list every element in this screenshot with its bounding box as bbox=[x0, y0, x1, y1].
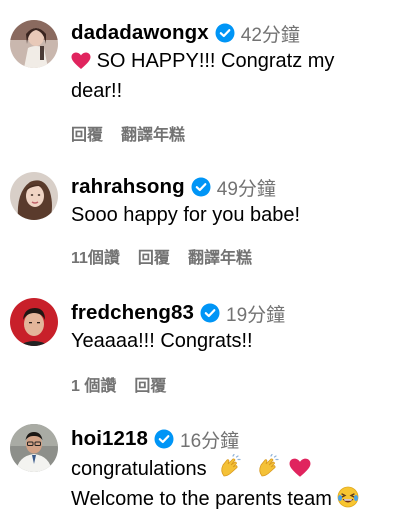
comment-item: hoi1218 16分鐘 congratulations Welcome to … bbox=[0, 412, 410, 510]
verified-badge-icon bbox=[200, 303, 220, 323]
laughing-tears-emoji-icon bbox=[337, 486, 359, 516]
comment-item: fredcheng83 19分鐘 Yeaaaa!!! Congrats!! 1 … bbox=[0, 288, 410, 412]
reply-button[interactable]: 回覆 bbox=[134, 372, 166, 396]
heart-emoji-icon bbox=[71, 51, 91, 78]
comment-text-line: Yeaaaa!!! Congrats!! bbox=[71, 330, 253, 352]
comment-text-line: Sooo happy for you babe! bbox=[71, 204, 301, 226]
username[interactable]: fredcheng83 bbox=[71, 301, 194, 325]
username[interactable]: rahrahsong bbox=[71, 175, 185, 199]
comment-item: rahrahsong 49分鐘 Sooo happy for you babe!… bbox=[0, 150, 410, 288]
comment-text-line: congratulations bbox=[71, 458, 207, 480]
username[interactable]: hoi1218 bbox=[71, 427, 148, 451]
username[interactable]: dadadawongx bbox=[71, 21, 209, 45]
comment-item: dadadawongx 42分鐘 SO HAPPY!!! Congratz my… bbox=[0, 0, 410, 150]
avatar[interactable] bbox=[10, 298, 58, 346]
comment-timestamp: 49分鐘 bbox=[216, 178, 276, 200]
reply-button[interactable]: 回覆 bbox=[138, 244, 170, 268]
translate-button[interactable]: 翻譯年糕 bbox=[121, 121, 185, 145]
comment-text-line: Welcome to the parents team bbox=[71, 488, 332, 510]
reply-button[interactable]: 回覆 bbox=[71, 121, 103, 145]
comment-timestamp: 42分鐘 bbox=[240, 24, 300, 46]
clapping-hands-emoji-icon bbox=[256, 453, 280, 486]
verified-badge-icon bbox=[191, 177, 211, 197]
avatar[interactable] bbox=[10, 424, 58, 472]
clapping-hands-emoji-icon bbox=[218, 453, 242, 486]
comment-text: congratulations Welcome to the parents t… bbox=[71, 453, 402, 516]
comment-timestamp: 19分鐘 bbox=[226, 304, 286, 326]
like-count[interactable]: 1 個讚 bbox=[71, 372, 116, 396]
verified-badge-icon bbox=[215, 23, 235, 43]
like-count[interactable]: 11個讚 bbox=[71, 244, 120, 268]
comment-text-line: SO HAPPY!!! Congratz my bbox=[96, 50, 335, 72]
avatar[interactable] bbox=[10, 20, 58, 68]
avatar[interactable] bbox=[10, 172, 58, 220]
heart-emoji-icon bbox=[289, 458, 311, 486]
comment-timestamp: 16分鐘 bbox=[180, 430, 240, 452]
comment-text: SO HAPPY!!! Congratz my dear!! bbox=[71, 48, 402, 105]
comment-text: Sooo happy for you babe! bbox=[71, 202, 402, 229]
comment-text: Yeaaaa!!! Congrats!! bbox=[71, 328, 402, 355]
verified-badge-icon bbox=[154, 429, 174, 449]
comment-text-line: dear!! bbox=[71, 80, 123, 102]
translate-button[interactable]: 翻譯年糕 bbox=[188, 244, 252, 268]
